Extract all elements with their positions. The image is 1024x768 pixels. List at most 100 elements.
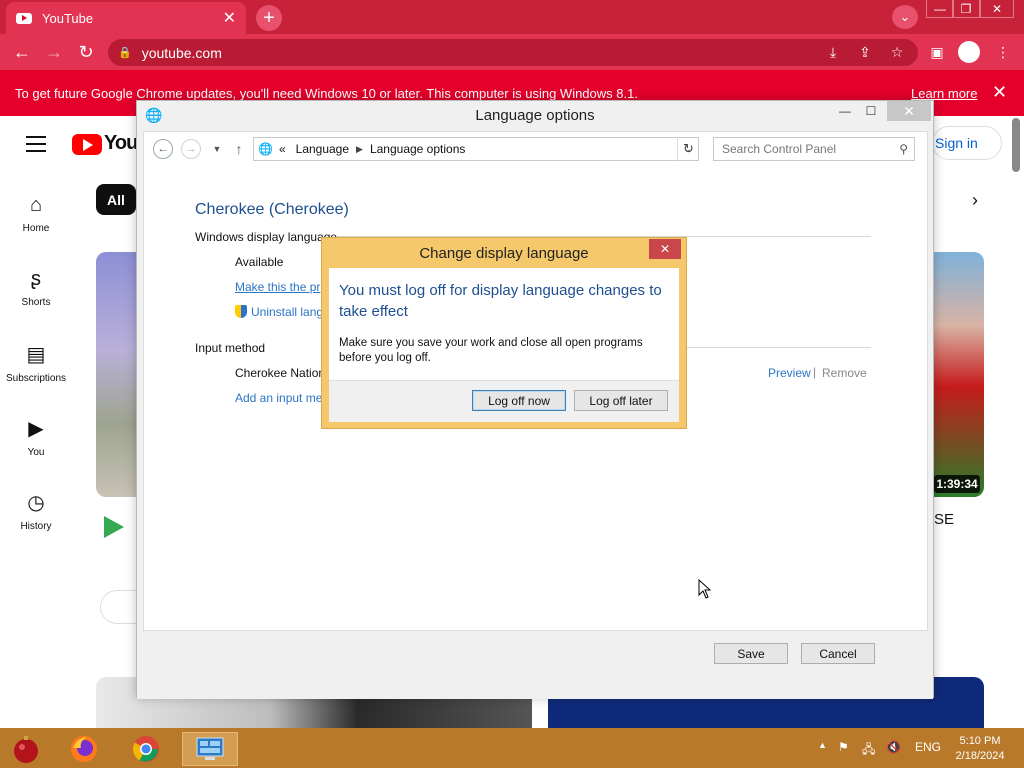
tab-youtube[interactable]: YouTube ✕ [6,2,246,34]
dialog-close-button[interactable]: ✕ [649,239,681,259]
save-button[interactable]: Save [714,643,788,664]
search-icon[interactable]: ⚲ [899,142,908,156]
youtube-logo-icon[interactable] [72,134,102,155]
search-control-panel-input[interactable]: Search Control Panel ⚲ [713,137,915,161]
learn-more-link[interactable]: Learn more [911,86,977,101]
uninstall-language-link[interactable]: Uninstall lang [235,305,323,319]
browser-toolbar: ← → ↻ 🔒 youtube.com ⤓ ⇪ ☆ ▣ ⋮ [0,34,1024,70]
video-title-fragment[interactable]: SE [934,511,954,528]
window-maximize-button[interactable]: ☐ [863,101,879,121]
remove-link[interactable]: Remove [822,366,867,380]
input-method-value: Cherokee Nation [235,366,326,380]
side-panel-icon[interactable]: ▣ [926,42,948,62]
start-ornament-icon[interactable] [4,732,48,766]
sidebar-item-subscriptions[interactable]: ▤ Subscriptions [0,342,72,384]
volume-muted-icon[interactable]: 🔇 [886,740,901,754]
sign-in-button[interactable]: Sign in [932,126,1002,160]
dialog-button-bar: Log off now Log off later [329,380,679,422]
sidebar-label: History [20,521,52,532]
play-store-icon [104,516,124,538]
restore-button[interactable]: ❐ [952,0,980,18]
new-tab-button[interactable]: + [256,5,282,31]
infobar-close-icon[interactable]: ✕ [992,82,1007,103]
chrome-icon[interactable] [124,732,168,766]
input-language-indicator[interactable]: ENG [915,740,941,754]
uninstall-language-text: Uninstall lang [251,305,324,319]
dialog-title: Change display language [419,245,589,262]
breadcrumb-item-language-options[interactable]: Language options [370,142,465,156]
add-input-method-link[interactable]: Add an input me [235,391,322,405]
lock-icon: 🔒 [118,47,132,59]
sidebar-item-history[interactable]: ◷ History [0,490,72,532]
log-off-later-button[interactable]: Log off later [574,390,668,411]
history-icon: ◷ [27,492,45,514]
link-separator: | [813,365,817,379]
firefox-icon[interactable] [62,732,106,766]
subscriptions-icon: ▤ [26,344,46,366]
tab-close-icon[interactable]: ✕ [223,8,236,28]
tab-search-chevron-icon[interactable]: ⌄ [892,5,918,29]
forward-arrow-icon[interactable]: → [42,41,66,63]
search-placeholder: Search Control Panel [722,142,837,156]
breadcrumb[interactable]: 🌐 « Language ▶ Language options ⌄ [253,137,699,161]
back-arrow-icon[interactable]: ← [10,41,34,63]
chip-all[interactable]: All [96,184,136,215]
chips-next-chevron-icon[interactable]: › [972,190,978,211]
address-url: youtube.com [141,44,222,61]
language-breadcrumb-icon: 🌐 [258,142,273,156]
window-minimize-button[interactable]: — [837,101,853,121]
control-panel-taskbar-icon[interactable] [182,732,238,766]
window-title: Language options [475,107,595,124]
breadcrumb-item-language[interactable]: Language [296,142,349,156]
bookmark-star-icon[interactable]: ☆ [886,42,908,62]
forward-circle-icon[interactable]: → [181,139,201,159]
back-circle-icon[interactable]: ← [153,139,173,159]
tray-overflow-icon[interactable]: ▲ [818,740,827,750]
recent-dropdown-icon[interactable]: ▼ [207,139,227,159]
load-more-pill[interactable] [100,590,140,624]
clock-time: 5:10 PM [959,735,1001,747]
share-icon[interactable]: ⇪ [854,42,876,62]
windows-taskbar: ▲ ⚑ 🖧 🔇 ENG [0,728,1024,768]
page-scrollbar[interactable] [1012,118,1020,172]
sidebar-label: Shorts [21,297,51,308]
tab-title: YouTube [42,10,94,26]
sidebar-label: You [27,447,45,458]
address-bar[interactable]: 🔒 youtube.com [108,39,918,66]
home-icon: ⌂ [29,194,43,216]
breadcrumb-prefix: « [278,142,286,156]
cancel-button[interactable]: Cancel [801,643,875,664]
sidebar-item-you[interactable]: ▶ You [0,416,72,458]
you-icon: ▶ [28,418,44,440]
minimize-button[interactable]: — [926,0,954,18]
infobar-message: To get future Google Chrome updates, you… [15,86,638,101]
refresh-icon[interactable]: ↻ [677,137,699,161]
sidebar-item-home[interactable]: ⌂ Home [0,194,72,234]
hamburger-menu-icon[interactable] [26,136,46,157]
change-display-language-dialog: Change display language ✕ You must log o… [321,237,687,429]
network-icon[interactable]: 🖧 [862,740,875,761]
install-app-icon[interactable]: ⤓ [822,42,844,62]
menu-kebab-icon[interactable]: ⋮ [992,42,1014,62]
action-center-flag-icon[interactable]: ⚑ [838,740,849,754]
browser-tab-bar: YouTube ✕ + ⌄ — ❐ ✕ [0,0,1024,34]
display-language-label: Windows display language [195,230,338,244]
make-primary-link[interactable]: Make this the pr [235,280,320,294]
video-thumbnail-left[interactable] [96,252,136,497]
video-thumbnail-right[interactable] [934,252,984,497]
log-off-now-button[interactable]: Log off now [472,390,566,411]
profile-avatar-icon[interactable] [958,41,980,63]
up-arrow-icon[interactable]: ↑ [229,139,249,159]
close-window-button[interactable]: ✕ [980,0,1014,18]
video-duration-badge: 1:39:34 [934,475,980,493]
preview-link[interactable]: Preview [768,366,811,380]
dialog-body: You must log off for display language ch… [329,268,679,422]
sidebar-item-shorts[interactable]: ʂ Shorts [0,268,72,308]
taskbar-clock[interactable]: 5:10 PM 2/18/2024 [950,734,1010,764]
dialog-heading: You must log off for display language ch… [339,282,662,320]
window-close-button[interactable]: ✕ [887,101,931,121]
shorts-icon: ʂ [31,268,41,290]
reload-icon[interactable]: ↻ [74,41,98,63]
window-title-bar: 🌐 Language options — ☐ ✕ [137,101,933,129]
breadcrumb-chevron-icon: ▶ [356,143,363,154]
